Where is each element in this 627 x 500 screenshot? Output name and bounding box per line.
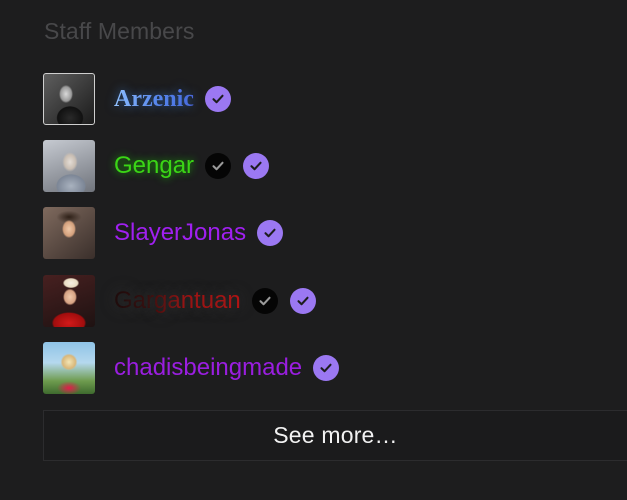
member-name[interactable]: chadisbeingmade [114, 353, 302, 383]
section-title: Staff Members [44, 18, 195, 44]
member-name[interactable]: Gengar [114, 151, 194, 181]
member-row-gengar[interactable]: Gengar [43, 140, 270, 192]
verified-badge-icon [313, 355, 340, 381]
member-row-arzenic[interactable]: Arzenic [43, 73, 231, 125]
verified-black-badge-icon [205, 153, 232, 179]
staff-members-panel: Staff Members Arzenic Gengar SlayerJonas… [0, 0, 627, 500]
member-row-chadisbeingmade[interactable]: chadisbeingmade [43, 342, 340, 394]
avatar[interactable] [43, 73, 95, 125]
verified-badge-icon [204, 86, 231, 112]
see-more-button[interactable]: See more… [43, 410, 627, 461]
member-row-slayerjonas[interactable]: SlayerJonas [43, 207, 284, 259]
verified-black-badge-icon [251, 288, 278, 314]
member-name[interactable]: SlayerJonas [114, 218, 246, 248]
verified-badge-icon [289, 288, 316, 314]
verified-badge-icon [243, 153, 270, 179]
verified-badge-icon [257, 220, 284, 246]
member-name[interactable]: Gargantuan [114, 286, 241, 316]
avatar[interactable] [43, 140, 95, 192]
avatar[interactable] [43, 275, 95, 327]
avatar[interactable] [43, 342, 95, 394]
member-row-gargantuan[interactable]: Gargantuan [43, 275, 316, 327]
member-name[interactable]: Arzenic [114, 84, 194, 114]
avatar[interactable] [43, 207, 95, 259]
